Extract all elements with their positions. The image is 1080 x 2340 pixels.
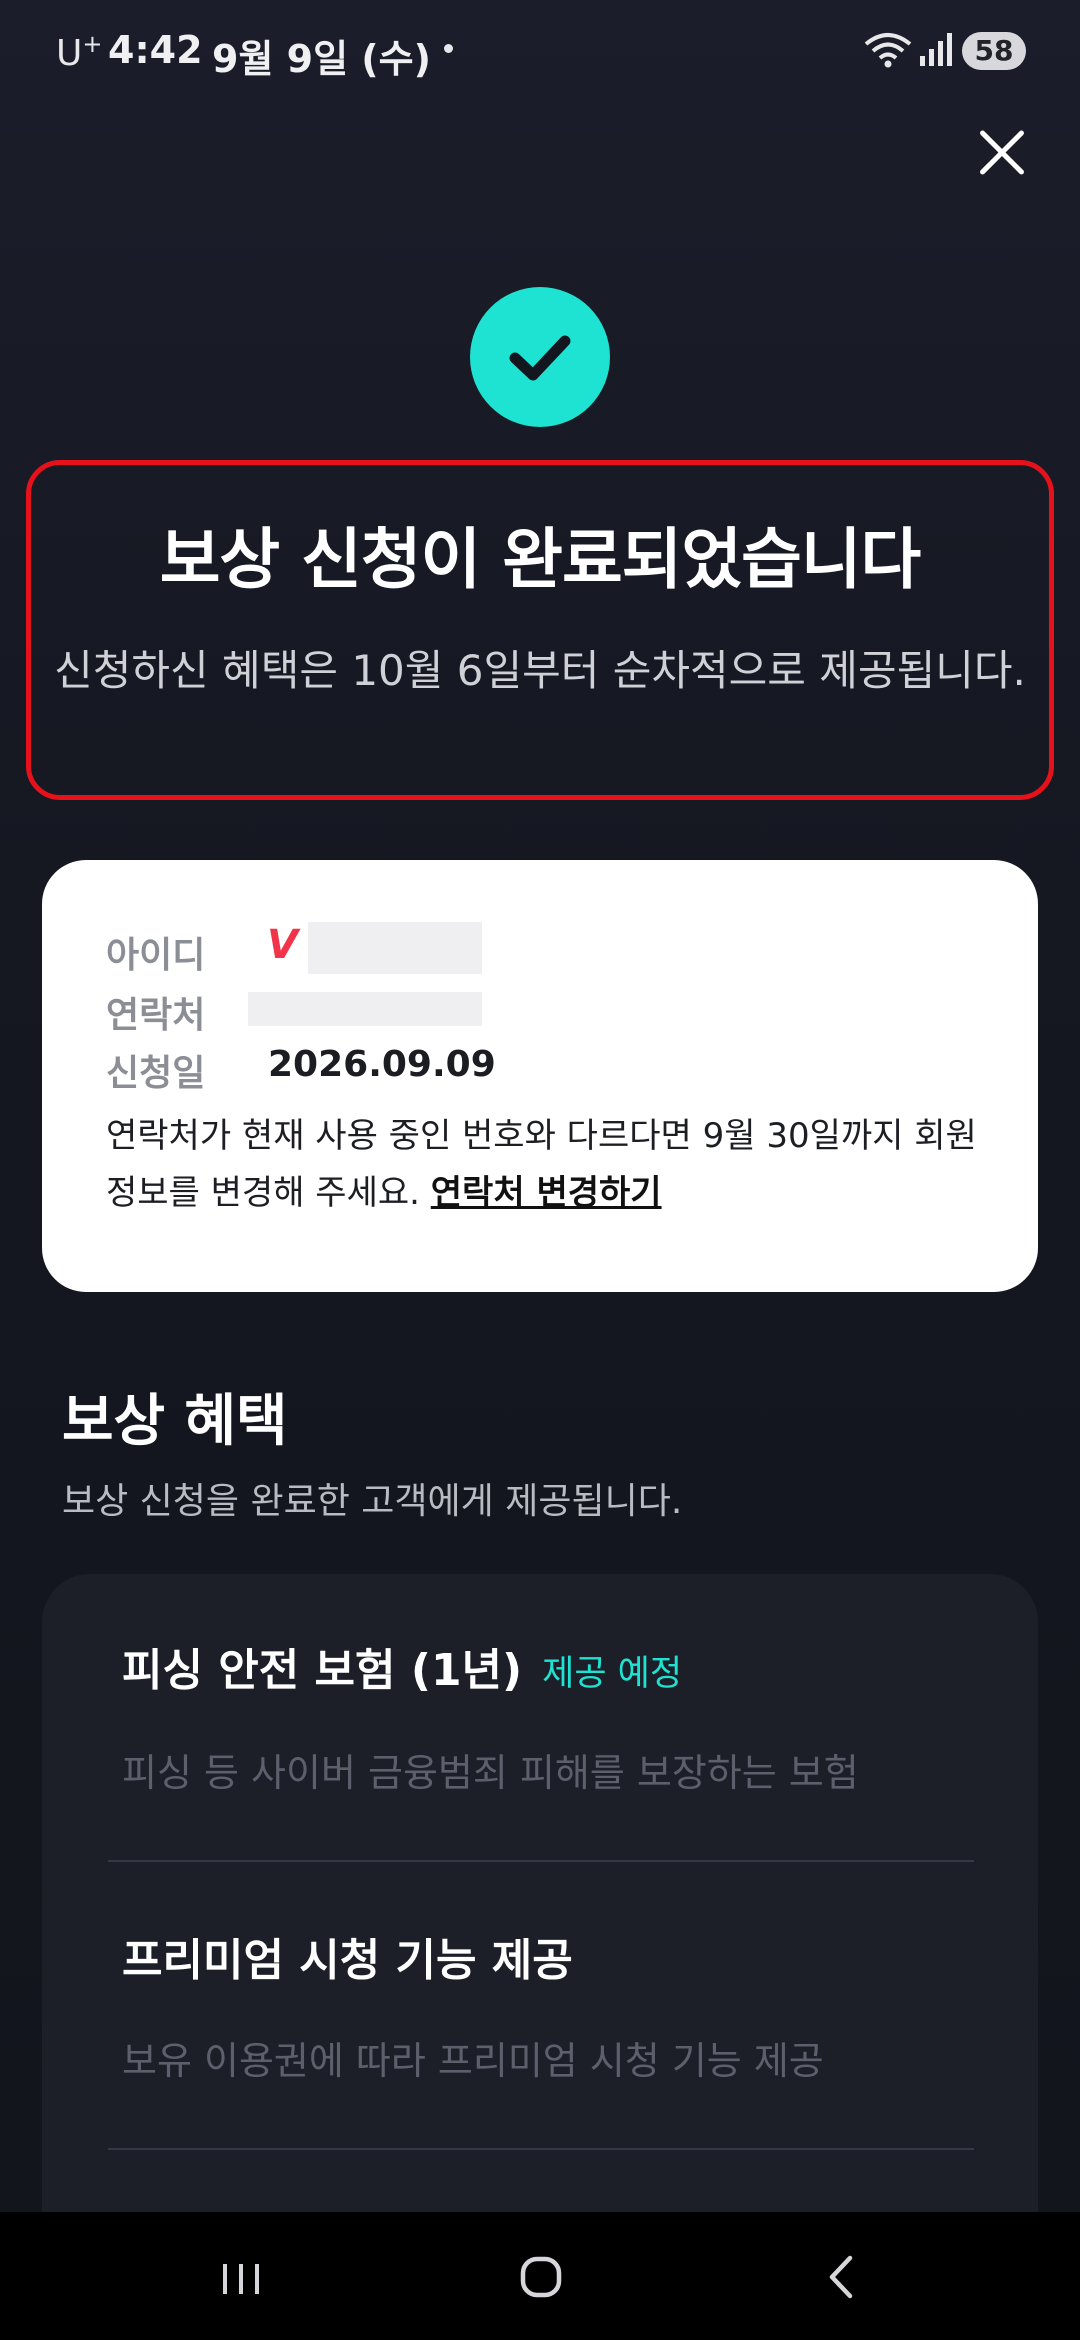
redacted-id (308, 922, 482, 974)
contact-label: 연락처 (106, 995, 206, 1036)
change-contact-link[interactable]: 연락처 변경하기 (431, 1173, 662, 1213)
status-bar: U+ 4:42 9월 9일 (수) 58 (0, 0, 1080, 100)
application-date: 2026.09.09 (268, 1044, 496, 1085)
page-title: 보상 신청이 완료되었습니다 (159, 521, 922, 598)
benefits-title: 보상 혜택 (62, 1389, 288, 1454)
carrier-label: U+ (56, 30, 103, 74)
benefit-description: 피싱 등 사이버 금융범죄 피해를 보장하는 보험 (122, 1751, 859, 1795)
wifi-icon (864, 33, 912, 68)
signal-icon (920, 33, 952, 66)
status-badge: 제공 예정 (542, 1654, 683, 1694)
contact-notice: 연락처가 현재 사용 중인 번호와 다르다면 9월 30일까지 회원정보를 변경… (106, 1108, 1006, 1222)
service-logo-icon: V (267, 922, 298, 968)
status-time: 4:42 (108, 28, 203, 72)
battery-indicator: 58 (962, 32, 1026, 70)
divider (108, 1860, 974, 1862)
close-button[interactable] (976, 126, 1028, 178)
divider (108, 2148, 974, 2150)
recent-apps-icon[interactable] (206, 2242, 276, 2312)
home-icon[interactable] (506, 2242, 576, 2312)
benefit-item: 프리미엄 시청 기능 제공 (122, 1924, 978, 1988)
date-label: 신청일 (106, 1053, 206, 1094)
system-navigation-bar (0, 2212, 1080, 2340)
benefit-title: 피싱 안전 보험 (1년) 제공 예정 (122, 1645, 683, 1696)
benefit-item: 피싱 안전 보험 (1년) 제공 예정 (122, 1634, 978, 1698)
benefits-description: 보상 신청을 완료한 고객에게 제공됩니다. (62, 1481, 683, 1522)
back-icon[interactable] (808, 2242, 878, 2312)
page-subtitle: 신청하신 혜택은 10월 6일부터 순차적으로 제공됩니다. (54, 646, 1026, 695)
notification-dot (444, 44, 453, 53)
benefit-title: 프리미엄 시청 기능 제공 (122, 1935, 573, 1986)
success-check-icon (470, 287, 610, 427)
benefits-card: 피싱 안전 보험 (1년) 제공 예정 피싱 등 사이버 금융범죄 피해를 보장하… (42, 1574, 1038, 2274)
benefit-description: 보유 이용권에 따라 프리미엄 시청 기능 제공 (122, 2039, 824, 2083)
id-label: 아이디 (106, 935, 206, 976)
status-date: 9월 9일 (수) (212, 37, 431, 81)
application-info-card: 아이디 V 연락처 신청일 2026.09.09 연락처가 현재 사용 중인 번… (42, 860, 1038, 1292)
redacted-contact (248, 992, 482, 1026)
